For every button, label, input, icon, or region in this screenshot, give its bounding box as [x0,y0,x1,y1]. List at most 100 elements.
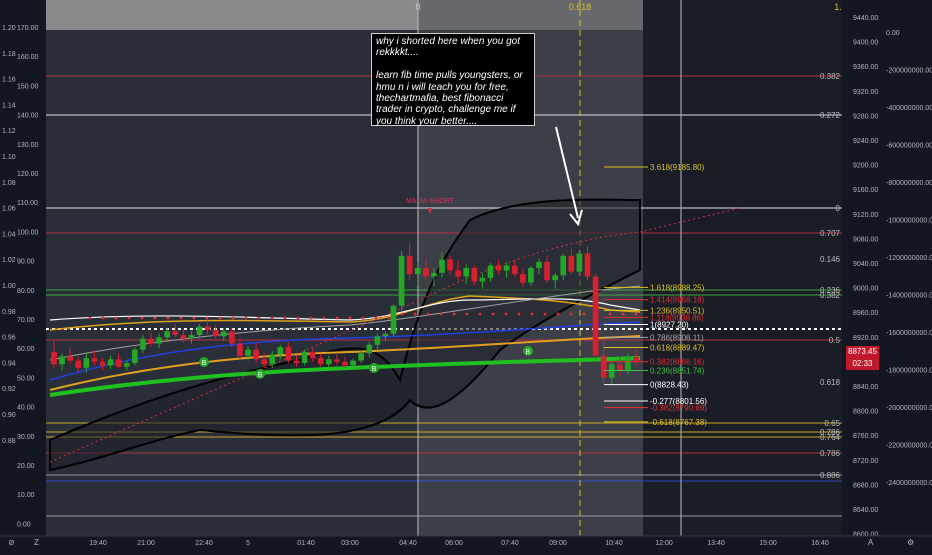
candle-body [414,268,421,275]
time-axis-tick: 15:00 [759,540,777,547]
left-axis-tick: 160.00 [17,54,39,61]
volume-axis-tick: -800000000.00 [886,180,932,187]
left-axis-tick: 1.16 [2,77,16,84]
buy-signal-label: B [372,366,377,373]
left-axis-tick: 130.00 [17,142,39,149]
price-axis-tick: 9440.00 [853,15,878,22]
candle-body [99,361,106,366]
volume-axis-tick: 0.00 [886,30,900,37]
volume-axis-tick: -2200000000.00 [886,443,932,450]
candle-body [140,338,146,350]
left-axis-tick: 120.00 [17,171,39,178]
candle-body [495,265,502,271]
candle-body [455,270,461,277]
volume-axis-tick: -1600000000.00 [886,330,932,337]
price-axis-tick: 8800.00 [853,409,878,416]
time-axis-tick: 09:00 [549,540,567,547]
red-dot [504,312,508,316]
left-axis-tick: 1.18 [2,51,16,58]
fib-level-label: -0.618(8767.38) [650,418,707,427]
buy-signal-label: B [258,372,263,379]
fib-level-label: 1(8927.20) [650,321,689,330]
fib-time-label: 0 [415,2,420,12]
volume-axis-tick: -1400000000.00 [886,293,932,300]
candle-body [463,268,470,277]
left-axis-tick: 1.20 [2,25,16,32]
red-dot [400,312,404,316]
left-axis-tick: 1.02 [2,257,16,264]
red-dot [582,312,586,316]
left-axis-tick: 1.10 [2,154,16,161]
candle-body [334,359,340,362]
price-axis-tick: 9080.00 [853,236,878,243]
candle-body [560,255,567,276]
red-dot [543,312,547,316]
price-axis-tick: 9120.00 [853,212,878,219]
price-axis-tick: 8960.00 [853,310,878,317]
volume-axis-tick: -1800000000.00 [886,368,932,375]
fib-level-label: 0.786(8906.11) [650,333,704,342]
candle-body [107,359,114,366]
volume-axis-tick: -2400000000.00 [886,480,932,487]
left-axis-tick: 90.00 [17,259,35,266]
candle-body [471,268,478,282]
price-axis-tick: 8760.00 [853,433,878,440]
fib-level-label: -0.382(8790.69) [650,404,707,413]
candle-body [326,359,332,365]
candle-body [431,272,437,277]
candle-body [544,261,550,281]
time-axis-tick: 22:40 [195,540,213,547]
price-axis-tick: 8920.00 [853,335,878,342]
candle-body [576,253,583,272]
candle-body [511,265,518,275]
candle-body [503,265,510,271]
fib-ratio-label: 0.886 [820,471,841,480]
candle-body [600,355,607,378]
red-dot [218,316,222,320]
left-axis-tick: 1.00 [2,283,16,290]
fib-ratio-label: 0.65 [824,419,840,428]
volume-axis-tick: -1000000000.00 [886,218,932,225]
right-axis-panel [842,0,932,536]
left-axis-tick: 170.00 [17,25,39,32]
red-dot [478,312,482,316]
current-price-badge: 8873.45 02:33 [846,346,879,370]
candle-body [625,356,631,371]
left-axis-tick: 0.00 [17,521,31,528]
red-dot [101,316,105,320]
candle-body [220,331,227,337]
red-dot [413,312,417,316]
volume-axis-tick: -200000000.00 [886,68,932,75]
left-axis-tick: 0.94 [2,360,16,367]
fib-level-label: 1.618(8988.25) [650,283,705,292]
time-axis-tick: 12:00 [655,540,673,547]
red-dot [361,316,365,320]
candle-body [212,330,219,337]
fib-ratio-label: 0.146 [820,255,841,264]
red-dot [192,316,196,320]
countdown-label: 02:33 [852,359,873,368]
candle-body [342,361,348,366]
candle-body [382,333,389,337]
fib-level-label: 0.236(8851.74) [650,366,705,375]
auto-scale-icon: A [868,538,874,547]
annotation-note[interactable]: why i shorted here when you got rekkkkt.… [371,33,535,127]
buy-signal-label: B [526,349,531,356]
fib-level-label: 0.618(8889.47) [650,344,705,353]
timezone-icon: ⊘ [8,538,15,547]
zoom-icon: Z [34,538,39,547]
fib-level-label: 0.382(8866.16) [650,358,705,367]
price-axis-tick: 8840.00 [853,384,878,391]
candle-body [75,360,82,368]
left-axis-tick: 0.96 [2,335,16,342]
candle-body [301,352,308,364]
left-axis-tick: 110.00 [17,200,38,207]
red-dot [491,312,495,316]
red-dot [88,316,92,320]
candle-body [115,359,122,367]
candle-body [204,326,211,331]
candle-body [423,268,429,277]
candle-body [592,276,599,356]
candle-body [188,335,195,339]
left-axis-tick: 1.06 [2,206,16,213]
